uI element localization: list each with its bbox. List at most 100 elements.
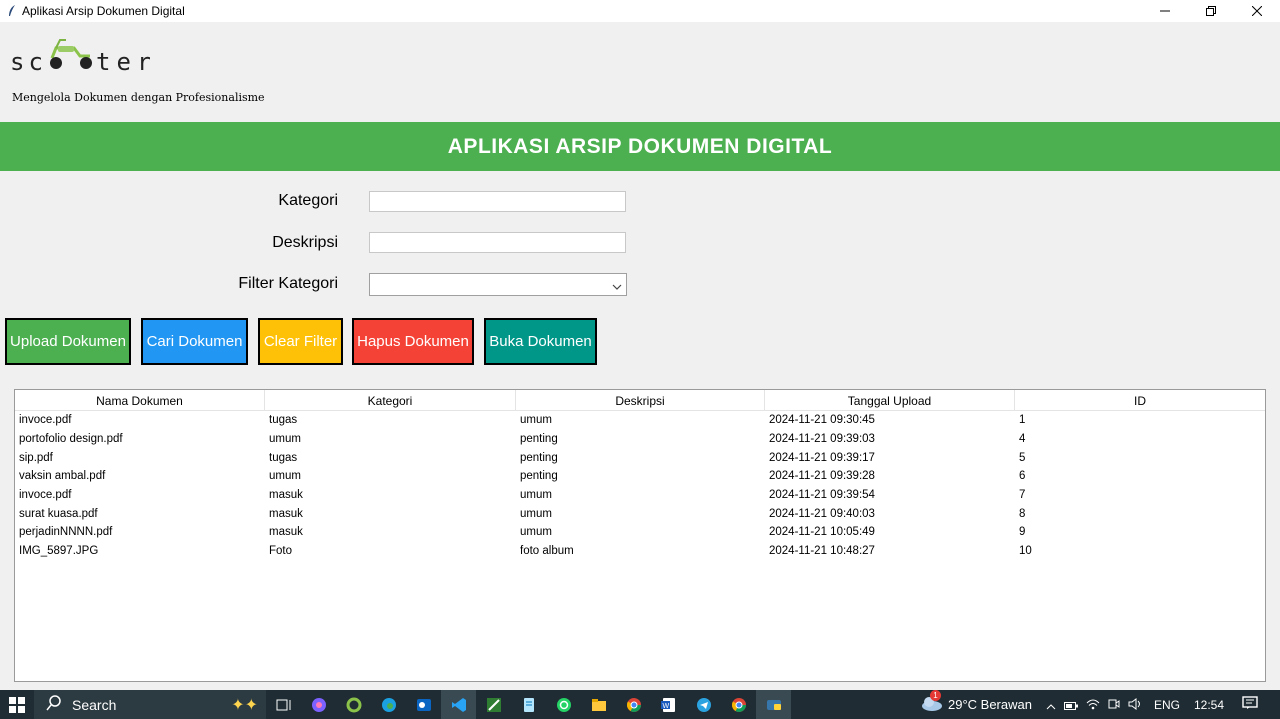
title-bar: Aplikasi Arsip Dokumen Digital xyxy=(0,0,1280,22)
meet-icon[interactable] xyxy=(1108,695,1120,714)
table-row[interactable]: sip.pdf tugas penting 2024-11-21 09:39:17 5 xyxy=(15,448,1265,467)
language-indicator[interactable]: ENG xyxy=(1154,698,1180,712)
close-button[interactable] xyxy=(1234,0,1280,22)
python-icon[interactable] xyxy=(756,690,791,719)
cell-nama-dokumen: invoce.pdf xyxy=(19,414,72,427)
cell-kategori: masuk xyxy=(269,526,303,539)
filter-kategori-select[interactable] xyxy=(369,273,627,296)
column-header-deskripsi[interactable]: Deskripsi xyxy=(516,390,765,411)
taskbar-search[interactable]: Search ✦✦ xyxy=(34,690,266,719)
wifi-icon[interactable] xyxy=(1086,695,1100,714)
restore-button[interactable] xyxy=(1188,0,1234,22)
chrome-icon[interactable] xyxy=(616,690,651,719)
kategori-input[interactable] xyxy=(369,191,626,212)
chrome-icon-2[interactable] xyxy=(721,690,756,719)
documents-table[interactable]: Nama Dokumen Kategori Deskripsi Tanggal … xyxy=(14,389,1266,682)
cell-nama-dokumen: IMG_5897.JPG xyxy=(19,545,99,558)
cell-tanggal-upload: 2024-11-21 09:39:54 xyxy=(769,489,875,502)
cell-tanggal-upload: 2024-11-21 10:48:27 xyxy=(769,545,875,558)
cell-kategori: masuk xyxy=(269,507,303,520)
weather-widget[interactable]: 1 29°C Berawan xyxy=(920,689,1032,715)
header-banner: APLIKASI ARSIP DOKUMEN DIGITAL xyxy=(0,122,1280,171)
table-body: invoce.pdf tugas umum 2024-11-21 09:30:45 1 p… xyxy=(15,411,1265,561)
notification-icon[interactable] xyxy=(1242,695,1258,714)
kategori-label: Kategori xyxy=(278,192,338,209)
buka-dokumen-button[interactable]: Buka Dokumen xyxy=(484,318,597,365)
speaker-icon[interactable] xyxy=(1128,695,1142,714)
telegram-icon[interactable] xyxy=(686,690,721,719)
search-placeholder: Search xyxy=(72,696,117,713)
cell-kategori: umum xyxy=(269,470,301,483)
upload-dokumen-button[interactable]: Upload Dokumen xyxy=(5,318,131,365)
weather-text: 29°C Berawan xyxy=(947,697,1032,712)
cell-tanggal-upload: 2024-11-21 09:40:03 xyxy=(769,507,875,520)
cell-deskripsi: penting xyxy=(520,470,558,483)
cell-deskripsi: penting xyxy=(520,451,558,464)
table-row[interactable]: surat kuasa.pdf masuk umum 2024-11-21 09:40… xyxy=(15,504,1265,523)
cell-id: 9 xyxy=(1019,526,1026,539)
vscode-icon[interactable] xyxy=(441,690,476,719)
table-row[interactable]: perjadinNNNN.pdf masuk umum 2024-11-21 10:0… xyxy=(15,523,1265,542)
column-header-kategori[interactable]: Kategori xyxy=(265,390,516,411)
cell-nama-dokumen: invoce.pdf xyxy=(19,489,72,502)
whatsapp-icon[interactable] xyxy=(546,690,581,719)
green-app-icon[interactable] xyxy=(476,690,511,719)
word-icon[interactable]: W xyxy=(651,690,686,719)
cell-nama-dokumen: vaksin ambal.pdf xyxy=(19,470,106,483)
notification-badge: 1 xyxy=(929,689,941,701)
sparkle-icon: ✦✦ xyxy=(231,695,258,714)
cari-dokumen-button[interactable]: Cari Dokumen xyxy=(141,318,248,365)
table-row[interactable]: IMG_5897.JPG Foto foto album 2024-11-21 10:… xyxy=(15,542,1265,561)
minimize-button[interactable] xyxy=(1142,0,1188,22)
taskbar: Search ✦✦ W 1 29°C Berawan ENG 12:54 xyxy=(0,689,1280,719)
cell-nama-dokumen: portofolio design.pdf xyxy=(19,433,123,446)
cell-id: 8 xyxy=(1019,507,1026,520)
edge-icon[interactable] xyxy=(371,690,406,719)
file-explorer-icon[interactable] xyxy=(581,690,616,719)
cell-id: 6 xyxy=(1019,470,1026,483)
clear-filter-button[interactable]: Clear Filter xyxy=(258,318,343,365)
cell-tanggal-upload: 2024-11-21 09:39:03 xyxy=(769,433,875,446)
cell-id: 5 xyxy=(1019,451,1026,464)
hapus-dokumen-button[interactable]: Hapus Dokumen xyxy=(352,318,474,365)
cell-deskripsi: umum xyxy=(520,526,552,539)
cell-kategori: umum xyxy=(269,433,301,446)
filter-kategori-label: Filter Kategori xyxy=(238,275,338,292)
table-row[interactable]: vaksin ambal.pdf umum penting 2024-11-21 09… xyxy=(15,467,1265,486)
table-row[interactable]: portofolio design.pdf umum penting 2024-11-… xyxy=(15,430,1265,449)
table-header: Nama Dokumen Kategori Deskripsi Tanggal … xyxy=(15,390,1265,411)
feather-icon xyxy=(4,3,20,19)
column-header-tanggal[interactable]: Tanggal Upload xyxy=(765,390,1015,411)
chevron-down-icon xyxy=(612,275,622,294)
cell-deskripsi: umum xyxy=(520,489,552,502)
svg-text:W: W xyxy=(662,703,669,710)
column-header-id[interactable]: ID xyxy=(1015,390,1265,411)
copilot-icon[interactable] xyxy=(301,690,336,719)
search-icon xyxy=(46,694,62,715)
cell-deskripsi: umum xyxy=(520,507,552,520)
clock[interactable]: 12:54 xyxy=(1194,698,1224,712)
window-title: Aplikasi Arsip Dokumen Digital xyxy=(22,4,185,18)
system-tray: 1 29°C Berawan ENG 12:54 xyxy=(920,689,1280,719)
chevron-up-icon[interactable] xyxy=(1046,695,1056,714)
cell-kategori: tugas xyxy=(269,451,298,464)
tagline: Mengelola Dokumen dengan Profesionalisme xyxy=(12,91,265,104)
cell-tanggal-upload: 2024-11-21 09:30:45 xyxy=(769,414,875,427)
cell-id: 1 xyxy=(1019,414,1026,427)
notepad-icon[interactable] xyxy=(511,690,546,719)
cell-deskripsi: penting xyxy=(520,433,558,446)
windows-start-button[interactable] xyxy=(0,690,34,719)
column-header-nama[interactable]: Nama Dokumen xyxy=(15,390,265,411)
outlook-icon[interactable] xyxy=(406,690,441,719)
page-title: APLIKASI ARSIP DOKUMEN DIGITAL xyxy=(447,134,833,158)
table-row[interactable]: invoce.pdf tugas umum 2024-11-21 09:30:45 1 xyxy=(15,411,1265,430)
cell-id: 7 xyxy=(1019,489,1026,502)
cell-kategori: Foto xyxy=(269,545,293,558)
qgis-icon[interactable] xyxy=(336,690,371,719)
task-view-icon[interactable] xyxy=(266,690,301,719)
battery-icon[interactable] xyxy=(1063,695,1078,714)
deskripsi-input[interactable] xyxy=(369,232,626,253)
table-row[interactable]: invoce.pdf masuk umum 2024-11-21 09:39:54 7 xyxy=(15,486,1265,505)
cell-kategori: tugas xyxy=(269,414,298,427)
cell-tanggal-upload: 2024-11-21 09:39:28 xyxy=(769,470,875,483)
